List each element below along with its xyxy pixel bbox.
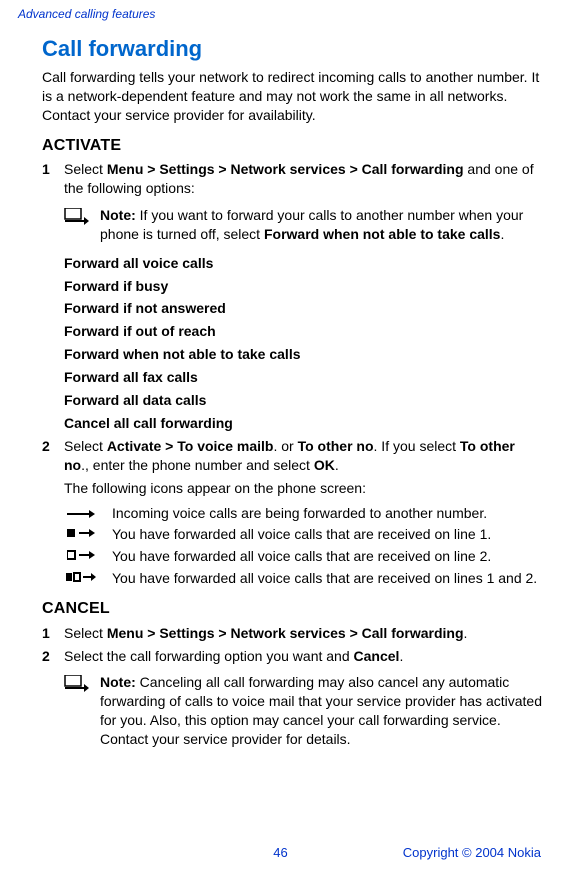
step-number: 1 [42,160,64,198]
cancel-step-1: 1 Select Menu > Settings > Network servi… [42,624,543,643]
text: ., enter the phone number and select [81,457,314,473]
forward-option: Forward if not answered [64,299,543,318]
note-icon [64,675,90,698]
step-body: Select the call forwarding option you wa… [64,647,543,666]
menu-path: Menu > Settings > Network services > Cal… [107,625,464,641]
option-name: Forward when not able to take calls [264,226,501,242]
text: . [399,648,403,664]
icon-description: Incoming voice calls are being forwarded… [112,504,543,523]
option-name: To other no [298,438,374,454]
forward-option: Forward all data calls [64,391,543,410]
forward-option: Forward all fax calls [64,368,543,387]
step-body: Select Activate > To voice mailb. or To … [64,437,543,475]
note-text: Note: Canceling all call forwarding may … [100,673,543,749]
note-label: Note: [100,674,136,690]
text: . [500,226,504,242]
forward-options-list: Forward all voice calls Forward if busy … [18,254,543,433]
forward-line1-icon [64,525,98,544]
icon-row: You have forwarded all voice calls that … [64,525,543,544]
note-icon [64,208,90,231]
option-name: Cancel [354,648,400,664]
option-name: OK [314,457,335,473]
menu-path: Menu > Settings > Network services > Cal… [107,161,464,177]
activate-note: Note: If you want to forward your calls … [64,206,543,244]
forward-option: Forward if out of reach [64,322,543,341]
icon-row: You have forwarded all voice calls that … [64,547,543,566]
cancel-step-2: 2 Select the call forwarding option you … [42,647,543,666]
step-number: 2 [42,647,64,666]
section-title: Call forwarding [42,34,543,64]
text: . [464,625,468,641]
icon-description: You have forwarded all voice calls that … [112,525,543,544]
cancel-heading: CANCEL [42,598,543,620]
page-footer: 46 Copyright © 2004 Nokia [0,844,561,862]
text: . [335,457,339,473]
forward-option: Forward all voice calls [64,254,543,273]
forward-line2-icon [64,547,98,566]
step-body: Select Menu > Settings > Network service… [64,160,543,198]
icon-row: You have forwarded all voice calls that … [64,569,543,588]
step-body: Select Menu > Settings > Network service… [64,624,543,643]
page-header: Advanced calling features [18,6,543,22]
text: . or [273,438,297,454]
forward-option: Forward when not able to take calls [64,345,543,364]
forward-option: Forward if busy [64,277,543,296]
forward-lines-both-icon [64,569,98,588]
step-number: 1 [42,624,64,643]
icon-description: You have forwarded all voice calls that … [112,569,543,588]
intro-paragraph: Call forwarding tells your network to re… [42,68,543,125]
activate-heading: ACTIVATE [42,135,543,157]
text: Select the call forwarding option you wa… [64,648,354,664]
copyright: Copyright © 2004 Nokia [403,844,541,862]
activate-step-1: 1 Select Menu > Settings > Network servi… [42,160,543,198]
note-text: Note: If you want to forward your calls … [100,206,543,244]
menu-path: Activate > To voice mailb [107,438,274,454]
icon-description: You have forwarded all voice calls that … [112,547,543,566]
text: . If you select [374,438,460,454]
text: Canceling all call forwarding may also c… [100,674,542,747]
activate-step-2: 2 Select Activate > To voice mailb. or T… [42,437,543,475]
icons-intro: The following icons appear on the phone … [64,479,543,498]
text: Select [64,438,107,454]
text: Select [64,161,107,177]
forward-arrow-icon [64,504,98,523]
note-label: Note: [100,207,136,223]
icon-row: Incoming voice calls are being forwarded… [64,504,543,523]
cancel-note: Note: Canceling all call forwarding may … [64,673,543,749]
step-number: 2 [42,437,64,475]
forward-option: Cancel all call forwarding [64,414,543,433]
text: Select [64,625,107,641]
